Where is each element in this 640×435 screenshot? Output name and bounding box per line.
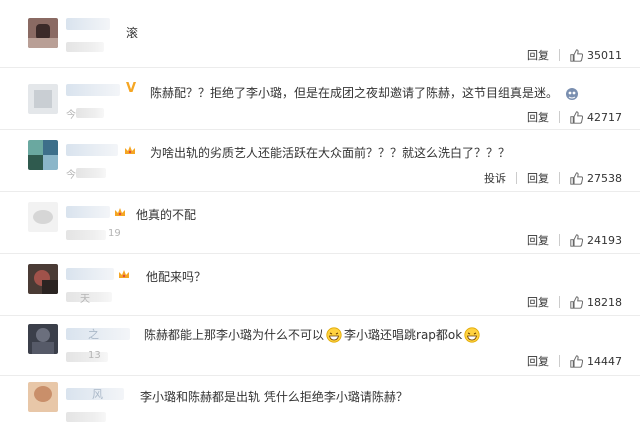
avatar[interactable] — [28, 264, 58, 294]
laugh-emoji-icon — [464, 326, 480, 343]
timestamp-fragment: 今 — [66, 110, 76, 121]
like-count: 35011 — [587, 48, 622, 62]
thumbs-up-icon — [570, 233, 583, 247]
timestamp-blurred — [76, 168, 106, 178]
username-blurred[interactable] — [66, 144, 118, 156]
username-blurred[interactable] — [66, 84, 120, 96]
timestamp-fragment: 今 — [66, 170, 76, 181]
avatar[interactable] — [28, 324, 58, 354]
comment-text: 他真的不配 — [136, 208, 197, 222]
comment-body: 陈赫配？？拒绝了李小璐，但是在成团之夜却邀请了陈赫，这节目组真是迷。 — [150, 86, 559, 100]
comment-item: 19 他真的不配 回复 24193 — [0, 192, 640, 254]
divider — [559, 172, 560, 184]
report-button[interactable]: 投诉 — [484, 170, 506, 186]
crown-icon — [125, 146, 135, 154]
comment-item: 天 他配来吗？ 回复 18218 — [0, 254, 640, 316]
comment-text: 为啥出轨的劣质艺人还能活跃在大众面前？？？就这么洗白了？？？ — [150, 146, 511, 160]
like-button[interactable]: 24193 — [570, 234, 622, 247]
comment-actions: 回复 35011 — [527, 47, 622, 63]
comment-body-part2: 李小璐还唱跳rap都ok — [344, 328, 463, 342]
like-button[interactable]: 18218 — [570, 296, 622, 309]
comment-actions: 回复 14447 — [527, 353, 622, 369]
timestamp-blurred — [66, 42, 104, 52]
like-button[interactable]: 35011 — [570, 49, 622, 62]
divider — [516, 172, 517, 184]
comment-item: 今 为啥出轨的劣质艺人还能活跃在大众面前？？？就这么洗白了？？？ 投诉 回复 2… — [0, 130, 640, 192]
comment-text: 滚 — [126, 26, 139, 40]
comment-text: 他配来吗？ — [146, 270, 207, 284]
comment-actions: 回复 24193 — [527, 232, 622, 248]
reply-button[interactable]: 回复 — [527, 47, 549, 63]
username-blurred[interactable] — [66, 18, 110, 30]
vip-badge-icon: V — [126, 81, 137, 96]
sticker-emoji-icon — [566, 87, 579, 100]
like-count: 14447 — [587, 354, 622, 368]
like-count: 24193 — [587, 233, 622, 247]
comment-body-part1: 陈赫都能上那李小璐为什么不可以 — [144, 328, 325, 342]
timestamp-blurred — [66, 230, 106, 240]
like-count: 18218 — [587, 295, 622, 309]
crown-icon — [119, 270, 129, 278]
username-fragment: 风 — [92, 388, 103, 401]
avatar[interactable] — [28, 84, 58, 114]
comment-actions: 投诉 回复 27538 — [484, 170, 622, 186]
comment-text: 李小璐和陈赫都是出轨 凭什么拒绝李小璐请陈赫？ — [140, 390, 408, 404]
avatar[interactable] — [28, 140, 58, 170]
reply-button[interactable]: 回复 — [527, 170, 549, 186]
like-button[interactable]: 42717 — [570, 111, 622, 124]
thumbs-up-icon — [570, 48, 583, 62]
timestamp-fragment: 天 — [80, 294, 90, 305]
divider — [559, 234, 560, 246]
avatar[interactable] — [28, 202, 58, 232]
comment-item: V 今 陈赫配？？拒绝了李小璐，但是在成团之夜却邀请了陈赫，这节目组真是迷。 回… — [0, 68, 640, 130]
crown-icon — [115, 208, 125, 216]
like-count: 42717 — [587, 110, 622, 124]
comment-item: 之 13 陈赫都能上那李小璐为什么不可以 李小璐还唱跳rap都ok 回复 144… — [0, 316, 640, 376]
thumbs-up-icon — [570, 110, 583, 124]
like-button[interactable]: 27538 — [570, 172, 622, 185]
timestamp-fragment: 19 — [108, 228, 121, 239]
thumbs-up-icon — [570, 354, 583, 368]
avatar[interactable] — [28, 382, 58, 412]
timestamp-blurred — [66, 352, 108, 362]
avatar[interactable] — [28, 18, 58, 48]
timestamp-blurred — [76, 108, 104, 118]
comment-item: 滚 回复 35011 — [0, 0, 640, 68]
username-blurred[interactable] — [66, 268, 114, 280]
username-fragment: 之 — [88, 328, 99, 341]
thumbs-up-icon — [570, 295, 583, 309]
timestamp-blurred — [66, 412, 106, 422]
reply-button[interactable]: 回复 — [527, 353, 549, 369]
comment-actions: 回复 18218 — [527, 294, 622, 310]
comment-text: 陈赫都能上那李小璐为什么不可以 李小璐还唱跳rap都ok — [144, 326, 482, 343]
divider — [559, 49, 560, 61]
like-count: 27538 — [587, 171, 622, 185]
divider — [559, 111, 560, 123]
laugh-emoji-icon — [326, 326, 342, 343]
username-blurred[interactable] — [66, 206, 110, 218]
reply-button[interactable]: 回复 — [527, 294, 549, 310]
like-button[interactable]: 14447 — [570, 355, 622, 368]
reply-button[interactable]: 回复 — [527, 232, 549, 248]
divider — [559, 296, 560, 308]
comment-text: 陈赫配？？拒绝了李小璐，但是在成团之夜却邀请了陈赫，这节目组真是迷。 — [150, 84, 582, 101]
timestamp-fragment: 13 — [88, 350, 101, 361]
comment-actions: 回复 42717 — [527, 109, 622, 125]
divider — [559, 355, 560, 367]
comment-item: 风 李小璐和陈赫都是出轨 凭什么拒绝李小璐请陈赫？ — [0, 376, 640, 435]
reply-button[interactable]: 回复 — [527, 109, 549, 125]
thumbs-up-icon — [570, 171, 583, 185]
